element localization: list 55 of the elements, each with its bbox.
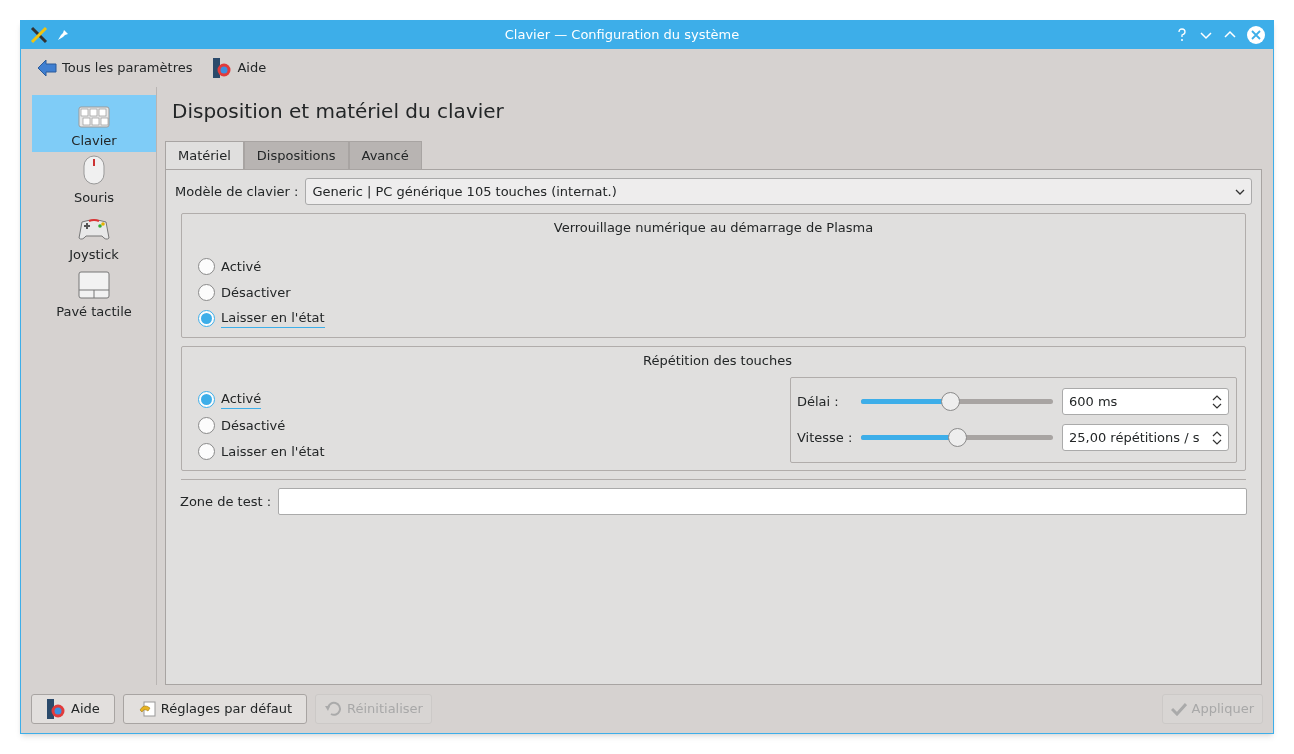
page-heading: Disposition et matériel du clavier — [171, 98, 505, 125]
tab[interactable]: Dispositions — [243, 141, 349, 169]
sidebar-item[interactable]: Souris — [32, 152, 156, 209]
radio-button[interactable] — [198, 284, 215, 301]
slider-thumb[interactable] — [947, 428, 967, 447]
radio-button[interactable] — [198, 391, 215, 408]
radio-button[interactable] — [198, 310, 215, 327]
keyboard-icon — [78, 105, 110, 128]
radio-button[interactable] — [198, 417, 215, 434]
back-button[interactable]: Tous les paramètres — [37, 58, 193, 78]
pin-icon[interactable] — [57, 29, 69, 41]
radio-button[interactable] — [198, 258, 215, 275]
field-label: Zone de test : — [180, 492, 272, 511]
checkmark-icon — [1170, 702, 1187, 716]
radio-label: Laisser en l'état — [221, 442, 325, 461]
undo-document-icon — [137, 700, 156, 718]
spin-box[interactable]: 600 ms — [1062, 388, 1229, 415]
sidebar-item[interactable]: Joystick — [32, 209, 156, 266]
chevron-down-icon — [1235, 188, 1245, 195]
slider-thumb[interactable] — [940, 392, 960, 411]
undo-icon — [324, 700, 343, 718]
window-title: Clavier — Configuration du système — [503, 26, 741, 45]
help-button[interactable]: Aide — [212, 57, 267, 79]
mouse-icon — [82, 154, 106, 185]
radio-button[interactable] — [198, 443, 215, 460]
spin-arrows-icon — [1212, 393, 1222, 410]
spin-arrows-icon — [1212, 429, 1222, 446]
radio-label: Désactiver — [221, 283, 291, 302]
field-label: Modèle de clavier : — [175, 182, 299, 201]
test-input-field[interactable] — [278, 488, 1247, 515]
sidebar-item[interactable]: Clavier — [32, 95, 156, 152]
tab[interactable]: Avancé — [348, 141, 422, 169]
radio-label: Désactivé — [221, 416, 286, 435]
slider[interactable] — [861, 392, 1053, 411]
group-title: Répétition des touches — [641, 352, 793, 370]
help-button[interactable]: Aide — [31, 694, 115, 724]
help-icon[interactable] — [1175, 28, 1189, 42]
help-book-icon — [46, 698, 66, 720]
tab[interactable]: Matériel — [165, 141, 244, 169]
radio-label: Laisser en l'état — [221, 309, 325, 328]
defaults-button[interactable]: Réglages par défaut — [122, 694, 308, 724]
group-title: Verrouillage numérique au démarrage de Plasma — [552, 219, 875, 237]
keyboard-model-dropdown[interactable]: Generic | PC générique 105 touches (internat.) — [305, 178, 1252, 205]
slider-label: Délai : — [797, 392, 840, 411]
slider[interactable] — [861, 428, 1053, 447]
touchpad-icon — [78, 270, 110, 299]
close-icon[interactable] — [1247, 26, 1265, 44]
back-arrow-icon — [37, 59, 57, 77]
tools-icon — [29, 25, 49, 45]
radio-label: Activé — [221, 390, 262, 409]
slider-label: Vitesse : — [797, 428, 854, 447]
sidebar-item[interactable]: Pavé tactile — [32, 266, 156, 323]
spin-box[interactable]: 25,00 répétitions / s — [1062, 424, 1229, 451]
help-book-icon — [212, 57, 233, 79]
radio-label: Activé — [221, 257, 262, 276]
